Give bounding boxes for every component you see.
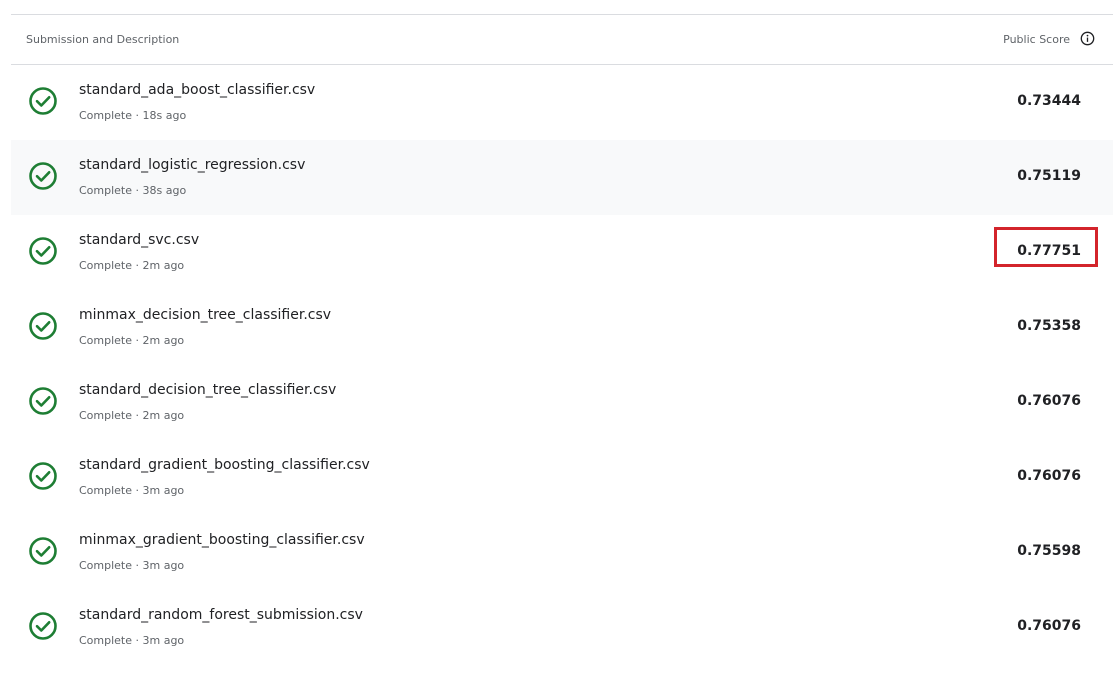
submission-status: Complete · 3m ago [79,484,185,497]
submission-file-name[interactable]: standard_random_forest_submission.csv [79,607,363,623]
submission-status: Complete · 3m ago [79,559,185,572]
submission-row[interactable]: standard_logistic_regression.csv Complet… [11,140,1113,215]
check-circle-icon [29,162,57,190]
public-score: 0.76076 [1017,393,1081,409]
public-score: 0.75358 [1017,318,1081,334]
column-header-submission: Submission and Description [26,33,180,46]
submission-row[interactable]: standard_decision_tree_classifier.csv Co… [11,365,1113,440]
submission-row[interactable]: standard_gradient_boosting_classifier.cs… [11,440,1113,515]
submission-row[interactable]: standard_ada_boost_classifier.csv Comple… [11,65,1113,140]
check-circle-icon [29,387,57,415]
check-circle-icon [29,312,57,340]
submission-file-name[interactable]: standard_svc.csv [79,232,199,248]
submission-status: Complete · 38s ago [79,184,187,197]
info-icon[interactable] [1080,31,1095,46]
submission-status: Complete · 18s ago [79,109,187,122]
public-score: 0.75119 [1017,168,1081,184]
column-header-public-score: Public Score [1003,33,1070,46]
public-score: 0.73444 [1017,93,1081,109]
check-circle-icon [29,462,57,490]
submission-status: Complete · 2m ago [79,259,185,272]
submission-row[interactable]: standard_svc.csv Complete · 2m ago 0.777… [11,215,1113,290]
check-circle-icon [29,537,57,565]
submission-row[interactable]: minmax_decision_tree_classifier.csv Comp… [11,290,1113,365]
submission-list: standard_ada_boost_classifier.csv Comple… [11,65,1113,665]
submission-file-name[interactable]: standard_logistic_regression.csv [79,157,305,173]
submission-file-name[interactable]: standard_gradient_boosting_classifier.cs… [79,457,370,473]
submission-file-name[interactable]: standard_decision_tree_classifier.csv [79,382,336,398]
check-circle-icon [29,612,57,640]
submission-file-name[interactable]: minmax_gradient_boosting_classifier.csv [79,532,365,548]
public-score: 0.76076 [1017,618,1081,634]
table-header: Submission and Description Public Score [11,15,1113,65]
public-score: 0.76076 [1017,468,1081,484]
public-score: 0.77751 [1017,243,1081,259]
submission-row[interactable]: minmax_gradient_boosting_classifier.csv … [11,515,1113,590]
submission-status: Complete · 2m ago [79,409,185,422]
submission-status: Complete · 3m ago [79,634,185,647]
check-circle-icon [29,237,57,265]
submission-file-name[interactable]: standard_ada_boost_classifier.csv [79,82,315,98]
submissions-panel: Submission and Description Public Score … [11,14,1113,674]
submission-status: Complete · 2m ago [79,334,185,347]
submission-row[interactable]: standard_random_forest_submission.csv Co… [11,590,1113,665]
submission-file-name[interactable]: minmax_decision_tree_classifier.csv [79,307,331,323]
public-score: 0.75598 [1017,543,1081,559]
check-circle-icon [29,87,57,115]
